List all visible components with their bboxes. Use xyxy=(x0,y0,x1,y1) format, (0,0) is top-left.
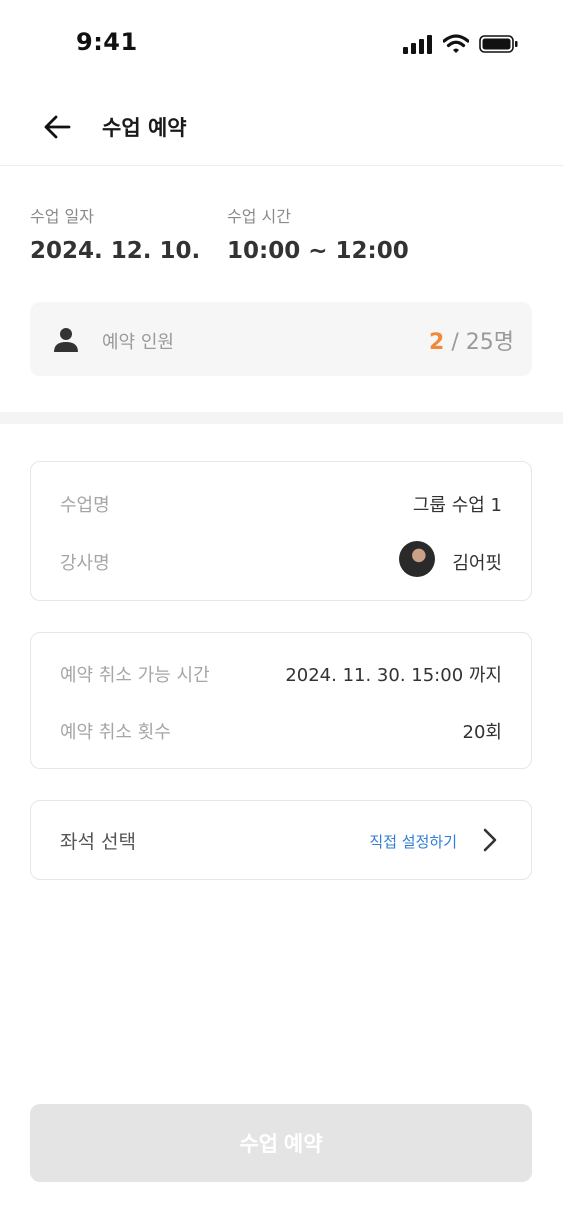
capacity-label: 예약 인원 xyxy=(102,332,174,353)
seat-selection-chevron[interactable] xyxy=(479,827,501,853)
instructor-label: 강사명 xyxy=(60,553,110,574)
app-header: 수업 예약 xyxy=(0,88,563,166)
status-bar: 9:41 xyxy=(0,0,563,88)
instructor-avatar xyxy=(399,541,435,577)
seat-manual-setting-link[interactable]: 직접 설정하기 xyxy=(369,831,457,852)
seat-selection-card[interactable]: 좌석 선택 직접 설정하기 xyxy=(30,800,532,880)
capacity-total: 25명 xyxy=(465,330,514,355)
class-time-label: 수업 시간 xyxy=(227,207,291,226)
class-date-value: 2024. 12. 10. xyxy=(30,238,201,264)
class-date-label: 수업 일자 xyxy=(30,207,94,226)
capacity-separator: / xyxy=(451,330,459,355)
page-title: 수업 예약 xyxy=(102,116,187,140)
status-time: 9:41 xyxy=(76,28,138,56)
status-icons xyxy=(403,33,519,55)
chevron-right-icon xyxy=(483,828,497,852)
reserve-class-button[interactable]: 수업 예약 xyxy=(30,1104,532,1182)
cancel-count-value: 20회 xyxy=(462,722,502,743)
battery-icon xyxy=(479,35,518,53)
cancel-count-label: 예약 취소 횟수 xyxy=(60,722,171,743)
section-divider xyxy=(0,412,563,424)
cancel-deadline-label: 예약 취소 가능 시간 xyxy=(60,665,210,686)
signal-icon xyxy=(403,35,432,54)
cancel-deadline-value: 2024. 11. 30. 15:00 까지 xyxy=(285,665,502,686)
capacity-box: 예약 인원 2 / 25명 xyxy=(30,302,532,376)
person-icon xyxy=(54,328,78,352)
capacity-count: 2 / 25명 xyxy=(429,324,514,356)
class-info-card: 수업명 그룹 수업 1 강사명 김어핏 xyxy=(30,461,532,601)
cancel-policy-card: 예약 취소 가능 시간 2024. 11. 30. 15:00 까지 예약 취소… xyxy=(30,632,532,769)
capacity-current: 2 xyxy=(429,330,445,355)
seat-selection-label: 좌석 선택 xyxy=(60,831,136,853)
instructor-value: 김어핏 xyxy=(452,553,502,574)
class-time-value: 10:00 ~ 12:00 xyxy=(227,238,409,264)
back-button[interactable] xyxy=(38,108,76,146)
class-name-value: 그룹 수업 1 xyxy=(412,495,502,516)
arrow-left-icon xyxy=(44,115,71,139)
class-name-label: 수업명 xyxy=(60,495,110,516)
wifi-icon xyxy=(443,34,469,53)
